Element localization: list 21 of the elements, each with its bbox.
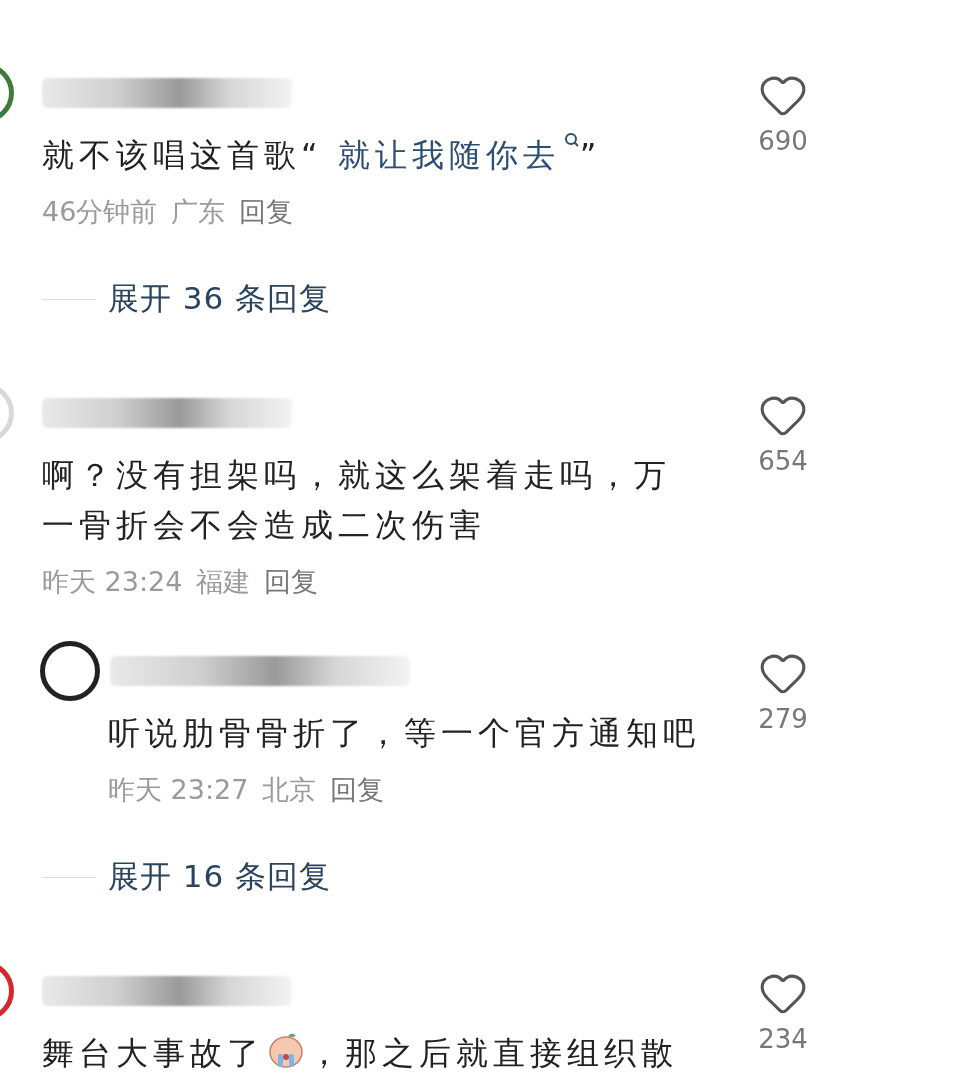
comment-location: 广东 (171, 195, 226, 229)
comment-text: 啊？没有担架吗，就这么架着走吗，万一骨折会不会造成二次伤害 (42, 455, 672, 546)
comment-location: 北京 (262, 773, 317, 807)
avatar[interactable] (40, 641, 100, 701)
like-count: 654 (758, 446, 808, 476)
comment-text: 听说肋骨骨折了，等一个官方通知吧 (108, 713, 701, 754)
comment-text: 舞台大事故了 ，那之后就直接组织散 (42, 1028, 692, 1078)
like-count: 690 (758, 126, 808, 156)
reply-link[interactable]: 回复 (330, 770, 385, 810)
reply-link[interactable]: 回复 (264, 562, 319, 602)
comment-time: 昨天 23:27 (108, 773, 249, 807)
like-count: 234 (758, 1024, 808, 1054)
reply-link[interactable]: 回复 (239, 192, 294, 232)
comment-location: 福建 (196, 565, 251, 599)
comment-text: 就不该唱这首歌“ 就让我随你去 ” (42, 130, 692, 180)
expand-replies-button[interactable]: 展开 16 条回复 (108, 856, 332, 898)
comment-time: 46分钟前 (42, 195, 158, 229)
expand-replies-button[interactable]: 展开 36 条回复 (108, 278, 332, 320)
search-link[interactable]: 就让我随你去 (337, 136, 580, 174)
like-count: 279 (758, 704, 808, 734)
comment-time: 昨天 23:24 (42, 565, 183, 599)
